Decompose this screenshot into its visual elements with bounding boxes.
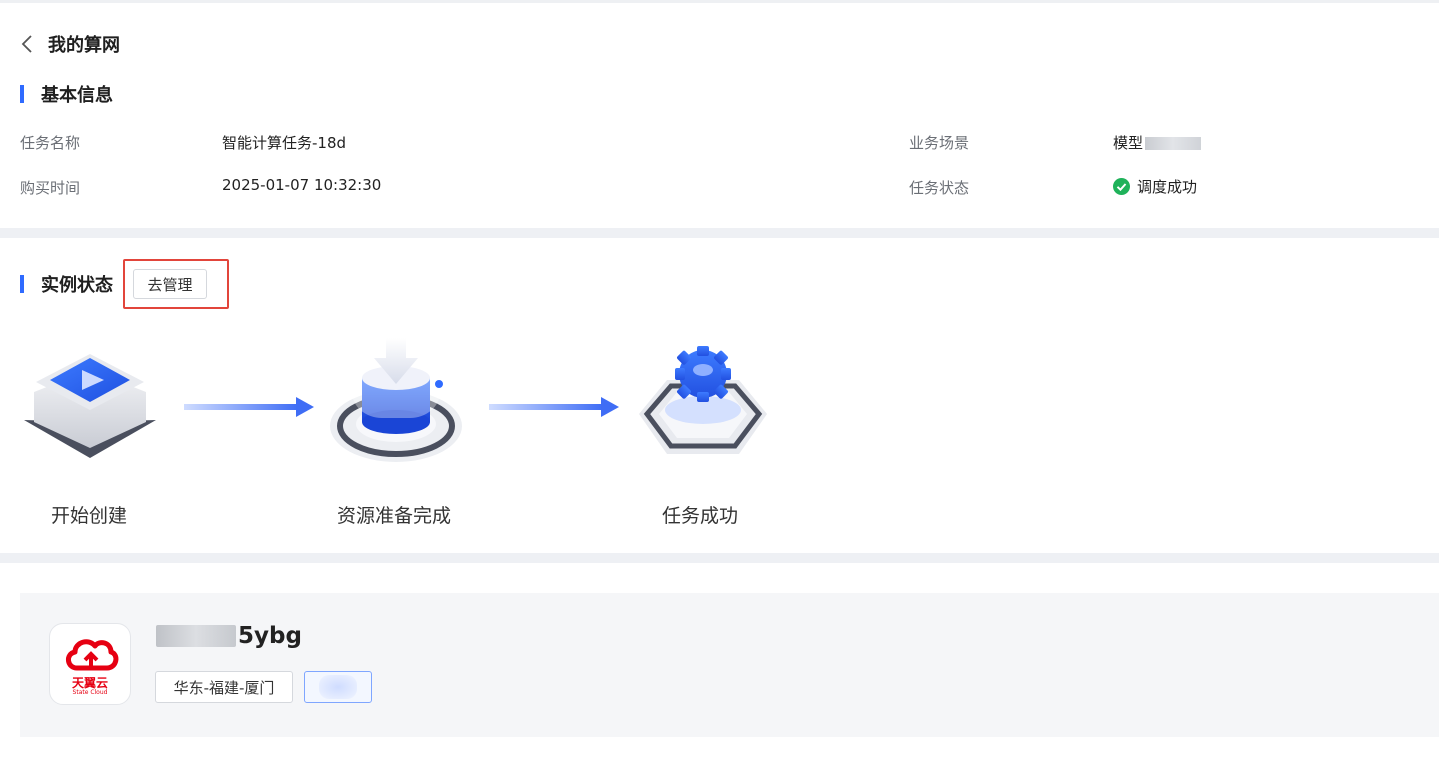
arrow-right-icon — [489, 397, 619, 417]
redacted-mask — [1145, 137, 1202, 150]
instance-status-title: 实例状态 — [20, 271, 113, 297]
cloud-icon — [66, 639, 119, 671]
manage-button[interactable]: 去管理 — [133, 269, 207, 299]
chevron-left-icon — [21, 35, 32, 53]
redacted-mask — [319, 675, 357, 699]
logo-subtext: State Cloud — [72, 689, 108, 696]
page-header — [0, 3, 1439, 228]
status-badge: 调度成功 — [1113, 176, 1197, 197]
section-divider — [0, 228, 1439, 238]
check-circle-icon — [1113, 178, 1130, 195]
task-success-icon — [639, 346, 767, 454]
resource-ready-icon — [330, 338, 462, 462]
section-accent-bar — [20, 275, 24, 293]
spec-tag — [304, 671, 372, 703]
arrow-right-icon — [184, 397, 314, 417]
task-name-label: 任务名称 — [20, 134, 81, 152]
purchase-time-label: 购买时间 — [20, 179, 81, 197]
scenario-value: 模型 — [1113, 132, 1202, 153]
region-tag: 华东-福建-厦门 — [155, 671, 293, 703]
status-label: 任务状态 — [909, 179, 970, 197]
step-label: 开始创建 — [51, 505, 128, 527]
resource-name: 5ybg — [156, 623, 302, 649]
task-name-value: 智能计算任务-18d — [222, 134, 347, 152]
section-divider — [0, 553, 1439, 563]
step-label: 任务成功 — [662, 505, 739, 527]
cloud-logo: 天翼云 State Cloud — [49, 623, 131, 705]
section-accent-bar — [20, 85, 24, 103]
page-title: 我的算网 — [48, 35, 120, 56]
basic-info-title: 基本信息 — [20, 81, 113, 107]
step-label: 资源准备完成 — [337, 505, 452, 527]
start-create-icon — [24, 354, 156, 458]
purchase-time-value: 2025-01-07 10:32:30 — [222, 176, 382, 194]
redacted-mask — [156, 625, 236, 647]
scenario-label: 业务场景 — [909, 134, 970, 152]
resource-card[interactable]: 天翼云 State Cloud 5ybg 华东-福建-厦门 — [20, 593, 1439, 737]
back-button[interactable]: 我的算网 — [20, 30, 120, 58]
